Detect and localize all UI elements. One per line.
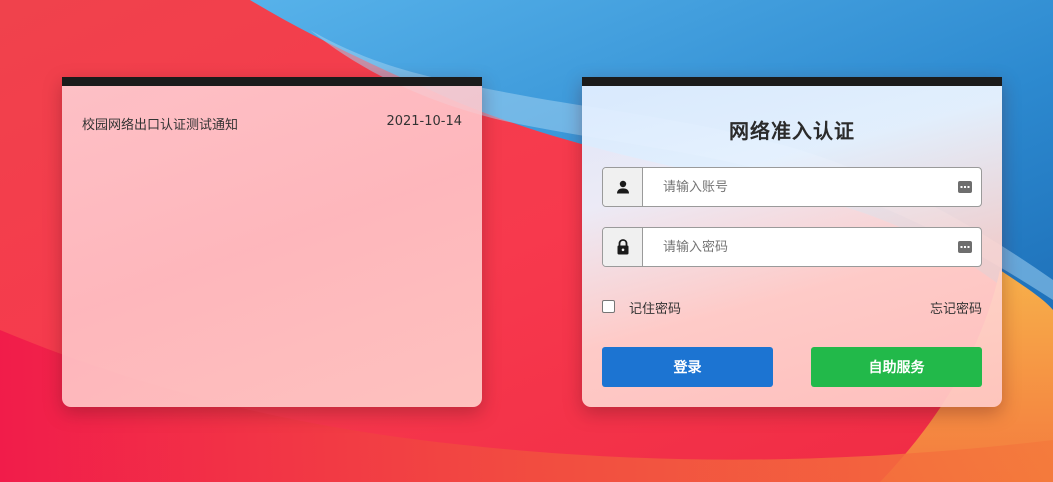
login-button[interactable]: 登录 — [602, 347, 773, 387]
notice-date: 2021-10-14 — [386, 114, 462, 129]
remember-label[interactable]: 记住密码 — [629, 298, 681, 317]
panel-topbar — [582, 77, 1002, 86]
lock-icon — [603, 228, 643, 266]
autofill-icon[interactable] — [958, 240, 972, 254]
user-icon — [603, 168, 643, 206]
login-panel: 网络准入认证 请输入账号 记住密码 忘记密码 登录 自助服务 — [582, 77, 1002, 407]
autofill-icon[interactable] — [958, 180, 972, 194]
login-title: 网络准入认证 — [729, 119, 855, 143]
notice-title[interactable]: 校园网络出口认证测试通知 — [82, 114, 238, 133]
password-input[interactable] — [643, 228, 949, 266]
remember-checkbox[interactable] — [602, 300, 615, 313]
password-group — [602, 227, 982, 267]
self-service-button[interactable]: 自助服务 — [811, 347, 982, 387]
remember-row: 记住密码 忘记密码 — [602, 298, 982, 317]
panel-topbar — [62, 77, 482, 86]
forgot-password-link[interactable]: 忘记密码 — [930, 298, 982, 317]
notice-item[interactable]: 校园网络出口认证测试通知 2021-10-14 — [82, 114, 462, 133]
username-group — [602, 167, 982, 207]
username-input[interactable] — [643, 168, 949, 206]
notice-panel: 校园网络出口认证测试通知 2021-10-14 — [62, 77, 482, 407]
